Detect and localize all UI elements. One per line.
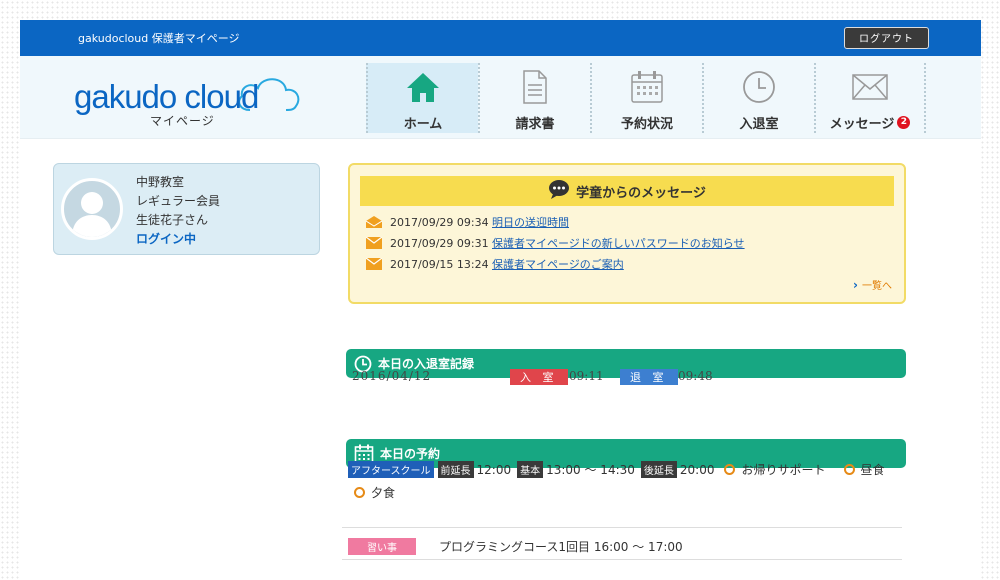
divider <box>342 527 902 528</box>
nav-message-label: メッセージ 2 <box>830 113 911 132</box>
pre-extension-tag: 前延長 <box>437 461 474 478</box>
nav-message[interactable]: メッセージ 2 <box>814 63 926 133</box>
option-item: 昼食 <box>843 461 885 478</box>
student-name: 生徒花子さん <box>136 213 209 227</box>
message-link[interactable]: 保護者マイページドの新しいパスワードのお知らせ <box>492 235 745 251</box>
member-type: レギュラー会員 <box>136 194 221 208</box>
document-icon <box>515 69 555 105</box>
message-panel-header: 学童からのメッセージ <box>360 176 894 206</box>
envelope-icon <box>850 69 890 105</box>
user-silhouette-icon <box>72 192 112 237</box>
classroom-name: 中野教室 <box>136 175 185 189</box>
envelope-icon <box>366 237 382 249</box>
message-item: 2017/09/29 09:31 保護者マイページドの新しいパスワードのお知らせ <box>366 233 745 253</box>
lesson-row: 習い事 プログラミングコース1回目 16:00 〜 17:00 <box>348 538 683 555</box>
post-extension-tag: 後延長 <box>640 461 677 478</box>
envelope-open-icon <box>366 216 382 228</box>
nav-reservation-label: 予約状況 <box>620 117 673 132</box>
reservation-details: アフタースクール 前延長 12:00 基本 13:00 〜 14:30 後延長 … <box>348 461 908 501</box>
option-ring-icon <box>843 464 855 475</box>
option-label: お帰りサポート <box>741 463 826 477</box>
post-extension-time: 20:00 <box>679 462 715 477</box>
check-in-tag: 入 室 <box>510 369 568 385</box>
envelope-icon <box>366 258 382 270</box>
site-title: gakudocloud 保護者マイページ <box>78 32 240 45</box>
main-nav: ホーム 請求書 予約状況 入退室 メッセージ 2 <box>366 63 926 133</box>
avatar <box>61 178 123 240</box>
unread-badge: 2 <box>897 116 911 129</box>
nav-attendance[interactable]: 入退室 <box>702 63 814 133</box>
header: gakudo cloud マイページ ホーム 請求書 予約状況 入退室 メッセー… <box>20 56 981 139</box>
reservation-title: 本日の予約 <box>380 447 441 461</box>
logo-subtitle: マイページ <box>150 114 215 128</box>
nav-reservation[interactable]: 予約状況 <box>590 63 702 133</box>
divider <box>342 559 902 560</box>
option-label: 夕食 <box>371 486 396 500</box>
calendar-icon <box>627 69 667 105</box>
logo[interactable]: gakudo cloud マイページ <box>72 66 312 136</box>
option-item: 夕食 <box>354 484 395 501</box>
check-in-time: 09:11 <box>569 369 604 383</box>
view-all-label: 一覧へ <box>862 281 892 292</box>
nav-home-label: ホーム <box>403 117 443 132</box>
pre-extension-time: 12:00 <box>476 462 512 477</box>
home-icon <box>403 69 443 105</box>
basic-time: 13:00 〜 14:30 <box>546 463 635 477</box>
message-date: 2017/09/29 09:34 <box>390 215 489 229</box>
message-item: 2017/09/29 09:34 明日の送迎時間 <box>366 212 569 232</box>
program-type-tag: アフタースクール <box>348 461 434 478</box>
lesson-tag: 習い事 <box>348 538 416 555</box>
logo-cloud-icon: gakudo cloud <box>74 78 300 115</box>
nav-home[interactable]: ホーム <box>366 63 478 133</box>
option-ring-icon <box>354 487 365 498</box>
message-date: 2017/09/15 13:24 <box>390 257 489 271</box>
message-panel-title: 学童からのメッセージ <box>576 185 706 201</box>
top-bar: gakudocloud 保護者マイページ ログアウト <box>20 20 981 56</box>
view-all-link[interactable]: › 一覧へ <box>853 277 892 293</box>
message-date: 2017/09/29 09:31 <box>390 236 489 250</box>
basic-tag: 基本 <box>517 461 544 478</box>
clock-icon <box>739 69 779 105</box>
message-link[interactable]: 保護者マイページのご案内 <box>492 256 624 272</box>
profile-info: 中野教室 レギュラー会員 生徒花子さん ログイン中 <box>136 173 220 249</box>
nav-invoice-label: 請求書 <box>515 117 555 132</box>
login-status: ログイン中 <box>136 232 197 246</box>
attendance-date: 2016/04/12 <box>352 369 432 383</box>
logout-button[interactable]: ログアウト <box>844 27 929 49</box>
logo-text: gakudo cloud <box>74 78 258 115</box>
nav-invoice[interactable]: 請求書 <box>478 63 590 133</box>
attendance-record: 2016/04/12 入 室 09:11 退 室 09:48 <box>352 367 902 387</box>
check-out-tag: 退 室 <box>620 369 678 385</box>
message-item: 2017/09/15 13:24 保護者マイページのご案内 <box>366 254 624 274</box>
check-out-time: 09:48 <box>678 369 713 383</box>
nav-attendance-label: 入退室 <box>739 117 779 132</box>
option-ring-icon <box>724 464 736 475</box>
profile-card: 中野教室 レギュラー会員 生徒花子さん ログイン中 <box>53 163 320 255</box>
nav-message-text: メッセージ <box>829 117 895 132</box>
chevron-right-icon: › <box>853 277 858 292</box>
chat-bubble-icon <box>548 179 570 203</box>
message-link[interactable]: 明日の送迎時間 <box>492 214 569 230</box>
message-panel: 学童からのメッセージ 2017/09/29 09:34 明日の送迎時間 2017… <box>348 163 906 304</box>
option-item: お帰りサポート <box>724 461 826 478</box>
option-label: 昼食 <box>860 463 885 477</box>
lesson-text: プログラミングコース1回目 16:00 〜 17:00 <box>439 540 683 554</box>
